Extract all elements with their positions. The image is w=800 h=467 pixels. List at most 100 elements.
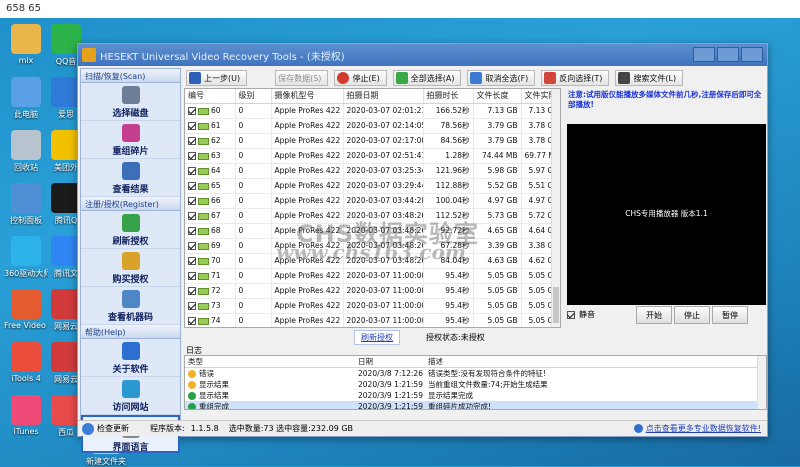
sidebar-section-header[interactable]: 扫描/恢复(Scan) (81, 69, 180, 83)
column-header[interactable]: 级别 (235, 89, 272, 104)
row-checkbox[interactable] (188, 152, 196, 160)
sidebar-item[interactable]: 重组碎片 (81, 121, 180, 159)
row-checkbox[interactable] (188, 197, 196, 205)
table-row[interactable]: 61 0 Apple ProRes 422 2020-03-07 02:14:05 78… (185, 118, 560, 134)
table-cell: 2020-03-07 03:44:28 (343, 193, 424, 209)
row-checkbox[interactable] (188, 137, 196, 145)
sidebar-item[interactable]: 选择磁盘 (81, 83, 180, 121)
column-header[interactable]: 拍摄日期 (343, 89, 424, 104)
desktop-icon[interactable]: mlx (4, 24, 48, 65)
sidebar-item[interactable]: 购买授权 (81, 249, 180, 287)
table-cell: Apple ProRes 422 (271, 118, 344, 134)
desktop-icon[interactable]: 此电脑 (4, 77, 48, 120)
row-checkbox[interactable] (188, 242, 196, 250)
table-row[interactable]: 62 0 Apple ProRes 422 2020-03-07 02:17:00 84… (185, 133, 560, 149)
table-cell: 4.97 GB (473, 193, 522, 209)
table-scrollbar[interactable] (551, 89, 560, 327)
table-row[interactable]: 66 0 Apple ProRes 422 2020-03-07 03:44:28 10… (185, 193, 560, 209)
desktop-icon[interactable]: 回收站 (4, 130, 48, 173)
invert-selection-button[interactable]: 反向选择(T) (541, 70, 610, 86)
table-cell: 5.52 GB (473, 178, 522, 194)
mute-checkbox[interactable]: 静音 (567, 309, 595, 320)
row-checkbox[interactable] (188, 227, 196, 235)
table-cell: 95.4秒 (423, 313, 474, 327)
back-arrow-icon (189, 72, 201, 84)
play-pause-button[interactable]: 暂停 (712, 306, 748, 324)
check-icon (395, 72, 408, 84)
video-file-icon (198, 287, 209, 295)
check-update-button[interactable]: 检查更新 (82, 422, 150, 435)
sidebar-item[interactable]: 查看结果 (81, 159, 180, 197)
log-column-header[interactable]: 日期 (355, 356, 425, 368)
table-cell: 5.73 GB (473, 208, 522, 224)
desktop-icon[interactable]: iTunes (4, 395, 48, 436)
deselect-all-button[interactable]: 取消全选(F) (467, 70, 536, 86)
scroll-thumb[interactable] (553, 287, 559, 323)
back-button[interactable]: 上一步(U) (186, 70, 248, 86)
sidebar-item-label: 访问网站 (112, 403, 149, 413)
column-header[interactable]: 拍摄时长 (423, 89, 474, 104)
sidebar-section-header[interactable]: 帮助(Help) (81, 325, 180, 339)
row-id: 68 (211, 226, 221, 235)
column-header[interactable]: 摄像机型号 (271, 89, 344, 104)
play-stop-button[interactable]: 停止 (674, 306, 710, 324)
sidebar-item[interactable]: 访问网站 (81, 377, 180, 415)
log-row[interactable]: 重组完成 2020/3/9 1:21:59 重组碎片成功完成! (185, 401, 766, 409)
log-scrollbar[interactable] (757, 356, 766, 409)
table-row[interactable]: 74 0 Apple ProRes 422 2020-03-07 11:00:00 95… (185, 313, 560, 327)
maximize-button[interactable] (717, 47, 739, 62)
table-cell: 2020-03-07 11:00:00 (343, 298, 424, 314)
search-files-button[interactable]: 搜索文件(L) (615, 70, 684, 86)
table-cell: 0 (235, 163, 272, 179)
log-row[interactable]: 显示结果 2020/3/9 1:21:59 当前重组文件数量:74;开始生成结果 (185, 379, 766, 390)
table-row[interactable]: 64 0 Apple ProRes 422 2020-03-07 03:25:34 12… (185, 163, 560, 179)
log-column-header[interactable]: 描述 (425, 356, 766, 368)
table-row[interactable]: 71 0 Apple ProRes 422 2020-03-07 11:00:00 95… (185, 268, 560, 284)
table-row[interactable]: 60 0 Apple ProRes 422 2020-03-07 02:01:21 16… (185, 103, 560, 119)
desktop-icon[interactable]: 控制面板 (4, 183, 48, 226)
log-row[interactable]: 显示结果 2020/3/9 1:21:59 显示结果完成 (185, 390, 766, 401)
row-checkbox[interactable] (188, 107, 196, 115)
row-checkbox[interactable] (188, 167, 196, 175)
desktop-icon[interactable]: iTools 4 (4, 342, 48, 383)
video-file-icon (198, 182, 209, 190)
sidebar-section-header[interactable]: 注册/授权(Register) (81, 197, 180, 211)
play-start-button[interactable]: 开始 (636, 306, 672, 324)
close-button[interactable] (741, 47, 763, 62)
row-checkbox[interactable] (188, 212, 196, 220)
log-column-header[interactable]: 类型 (185, 356, 355, 368)
sidebar-item[interactable]: 查看机器码 (81, 287, 180, 325)
desktop-icon[interactable]: Free Video to JPG C... (4, 289, 48, 330)
table-cell: Apple ProRes 422 (271, 163, 344, 179)
minimize-button[interactable] (693, 47, 715, 62)
table-cell: 3.79 GB (473, 118, 522, 134)
table-row[interactable]: 73 0 Apple ProRes 422 2020-03-07 11:00:00 95… (185, 298, 560, 314)
log-type: 显示结果 (199, 380, 229, 389)
sidebar-item[interactable]: 刷新授权 (81, 211, 180, 249)
desktop-icon-label: 360驱动大师 (4, 269, 48, 278)
row-checkbox[interactable] (188, 287, 196, 295)
video-file-icon (198, 107, 209, 115)
select-all-button[interactable]: 全部选择(A) (392, 70, 462, 86)
table-row[interactable]: 63 0 Apple ProRes 422 2020-03-07 02:51:41 1.… (185, 148, 560, 164)
update-globe-icon (82, 422, 94, 435)
log-type-cell: 错误 (185, 368, 355, 380)
more-software-link[interactable]: 点击查看更多专业数据恢复软件! (633, 423, 761, 434)
log-row[interactable]: 错误 2020/3/8 7:12:26 错误类型:没有发现符合条件的特征! (185, 368, 766, 380)
refresh-license-link[interactable]: 刷新授权 (354, 329, 400, 345)
table-row[interactable]: 72 0 Apple ProRes 422 2020-03-07 11:00:00 95… (185, 283, 560, 299)
row-checkbox[interactable] (188, 257, 196, 265)
row-checkbox[interactable] (188, 122, 196, 130)
table-cell: 4.65 GB (473, 223, 522, 239)
row-checkbox[interactable] (188, 317, 196, 325)
table-row[interactable]: 65 0 Apple ProRes 422 2020-03-07 03:29:44 11… (185, 178, 560, 194)
sidebar-item[interactable]: 关于软件 (81, 339, 180, 377)
stop-button[interactable]: 停止(E) (334, 70, 387, 86)
row-checkbox[interactable] (188, 302, 196, 310)
column-header[interactable]: 编号 (185, 89, 236, 104)
save-data-button[interactable]: 保存数据(S) (275, 70, 329, 86)
desktop-icon[interactable]: 360驱动大师 (4, 236, 48, 279)
row-checkbox[interactable] (188, 182, 196, 190)
column-header[interactable]: 文件长度 (473, 89, 522, 104)
row-checkbox[interactable] (188, 272, 196, 280)
